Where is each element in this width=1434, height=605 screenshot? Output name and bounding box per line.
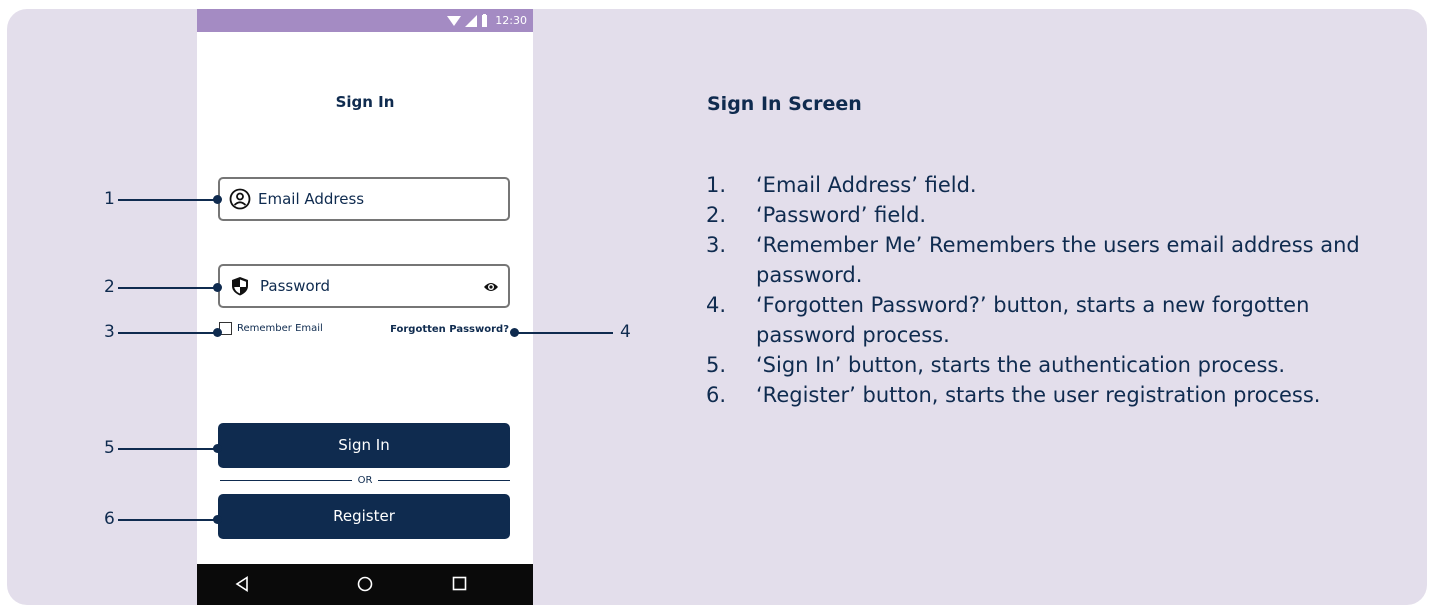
- callout-dot-3: [213, 328, 222, 337]
- password-placeholder: Password: [260, 277, 331, 295]
- recents-icon[interactable]: [452, 576, 467, 591]
- email-field[interactable]: Email Address: [218, 177, 510, 221]
- back-icon[interactable]: [235, 576, 249, 592]
- list-item-text: ‘Password’ field.: [756, 203, 927, 227]
- description-title: Sign In Screen: [707, 93, 862, 115]
- list-item: 5. ‘Sign In’ button, starts the authentic…: [706, 350, 1406, 380]
- callout-number-4: 4: [620, 322, 631, 342]
- signal-icon: [465, 14, 478, 27]
- divider-line: [220, 479, 352, 481]
- callout-number-6: 6: [104, 509, 115, 529]
- callout-number-2: 2: [104, 277, 115, 297]
- remember-email[interactable]: Remember Email: [219, 322, 323, 335]
- or-label: OR: [357, 474, 373, 486]
- callout-dot-5: [213, 444, 222, 453]
- callout-number-5: 5: [104, 438, 115, 458]
- list-item-text: ‘Remember Me’ Remembers the users email …: [756, 233, 1360, 287]
- callout-number-3: 3: [104, 322, 115, 342]
- callout-dot-6: [213, 515, 222, 524]
- wifi-icon: [447, 15, 462, 26]
- register-button[interactable]: Register: [218, 494, 510, 539]
- battery-icon: [482, 14, 488, 27]
- list-item-text: ‘Sign In’ button, starts the authenticat…: [756, 353, 1285, 377]
- callout-dot-1: [213, 195, 222, 204]
- callout-line-2: [118, 287, 218, 289]
- list-item-text: ‘Register’ button, starts the user regis…: [756, 383, 1321, 407]
- sign-in-button[interactable]: Sign In: [218, 423, 510, 468]
- callout-dot-2: [213, 283, 222, 292]
- callout-line-5: [118, 448, 218, 450]
- home-icon[interactable]: [357, 576, 373, 592]
- list-item: 4. ‘Forgotten Password?’ button, starts a…: [706, 290, 1406, 350]
- android-nav-bar: [197, 564, 533, 605]
- forgot-password-link[interactable]: Forgotten Password?: [390, 324, 509, 335]
- description-list: 1. ‘Email Address’ field. 2. ‘Password’ fi…: [706, 170, 1406, 410]
- list-item: 1. ‘Email Address’ field.: [706, 170, 1406, 200]
- callout-line-1: [118, 199, 218, 201]
- list-item-number: 3.: [706, 233, 727, 257]
- list-item-text: ‘Forgotten Password?’ button, starts a n…: [756, 293, 1310, 347]
- status-time: 12:30: [495, 14, 527, 27]
- list-item-number: 1.: [706, 173, 727, 197]
- list-item-number: 2.: [706, 203, 727, 227]
- screen-title: Sign In: [335, 93, 395, 111]
- list-item-text: ‘Email Address’ field.: [756, 173, 977, 197]
- status-icons: 12:30: [447, 12, 527, 29]
- status-bar: 12:30: [197, 9, 533, 32]
- list-item: 2. ‘Password’ field.: [706, 200, 1406, 230]
- list-item-number: 6.: [706, 383, 727, 407]
- user-circle-icon: [229, 188, 251, 210]
- list-item-number: 4.: [706, 293, 727, 317]
- password-field[interactable]: Password: [218, 264, 510, 308]
- divider-line: [378, 479, 511, 481]
- shield-icon: [232, 277, 248, 296]
- callout-number-1: 1: [104, 189, 115, 209]
- callout-line-4: [514, 332, 613, 334]
- list-item: 3. ‘Remember Me’ Remembers the users emai…: [706, 230, 1406, 290]
- callout-line-3: [118, 332, 218, 334]
- list-item-number: 5.: [706, 353, 727, 377]
- remember-label: Remember Email: [237, 323, 323, 334]
- email-placeholder: Email Address: [258, 190, 365, 208]
- callout-line-6: [118, 519, 218, 521]
- phone-mockup: 12:30 Sign In Email Address Password Rem…: [197, 9, 533, 605]
- callout-dot-4: [510, 328, 519, 337]
- eye-icon[interactable]: [483, 280, 499, 294]
- list-item: 6. ‘Register’ button, starts the user reg…: [706, 380, 1406, 410]
- or-divider: OR: [220, 472, 511, 488]
